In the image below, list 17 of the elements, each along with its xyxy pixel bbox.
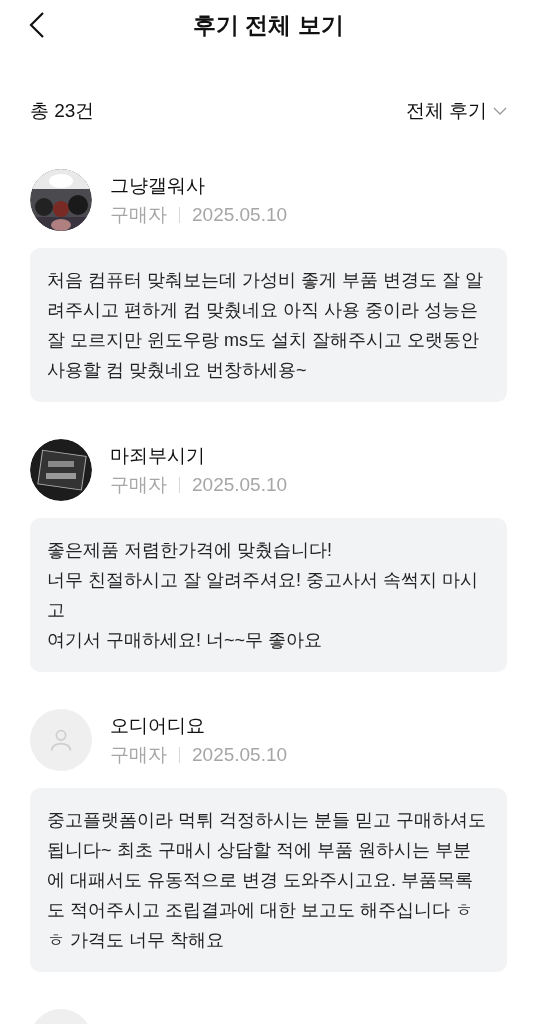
reviewer-role: 구매자 — [110, 742, 167, 767]
review-count: 총 23건 — [30, 98, 95, 123]
review-date: 2025.05.10 — [192, 202, 288, 227]
filter-dropdown[interactable]: 전체 후기 — [405, 96, 507, 126]
review-text: 처음 컴퓨터 맞춰보는데 가성비 좋게 부품 변경도 잘 알 려주시고 편하게 컴 맞췄네요 아직 사용 중이라 성능은 잘 모르지만 윈도우랑 ms도 설치 잘해주시고 오랫동안 사용할 컴 맞췄네요 번창하세용~ — [47, 269, 484, 382]
review-date: 2025.05.10 — [192, 472, 288, 497]
reviewer-name: 마죄부시기 — [110, 443, 206, 468]
reviewer-name: 오디어디요 — [110, 713, 206, 738]
reviewer-name: 그냥갤워사 — [110, 173, 206, 198]
reviewer-role: 구매자 — [110, 472, 167, 497]
review-date: 2025.05.10 — [192, 742, 288, 767]
back-icon — [28, 11, 46, 39]
reviewer-role: 구매자 — [110, 202, 167, 227]
review-text: 중고플랫폼이라 먹튀 걱정하시는 분들 믿고 구매하셔도 됩니다~ 최초 구매시 상담할 적에 부품 원하시는 부분 에 대패서도 유동적으로 변경 도와주시고요. 부품목록 도 적어주시고 조립결과에 대한 보고도 해주십니다 ㅎ ㅎ 가격도 너무 착해요 — [47, 809, 487, 952]
chevron-down-icon — [493, 106, 507, 116]
review-text: 좋은제품 저렴한가격에 맞췄습니다! 너무 친절하시고 잘 알려주셔요! 중고사서 속썩지 마시 고 여기서 구매하세요! 너~~무 좋아요 — [47, 539, 479, 652]
page-title: 후기 전체 보기 — [193, 10, 344, 40]
